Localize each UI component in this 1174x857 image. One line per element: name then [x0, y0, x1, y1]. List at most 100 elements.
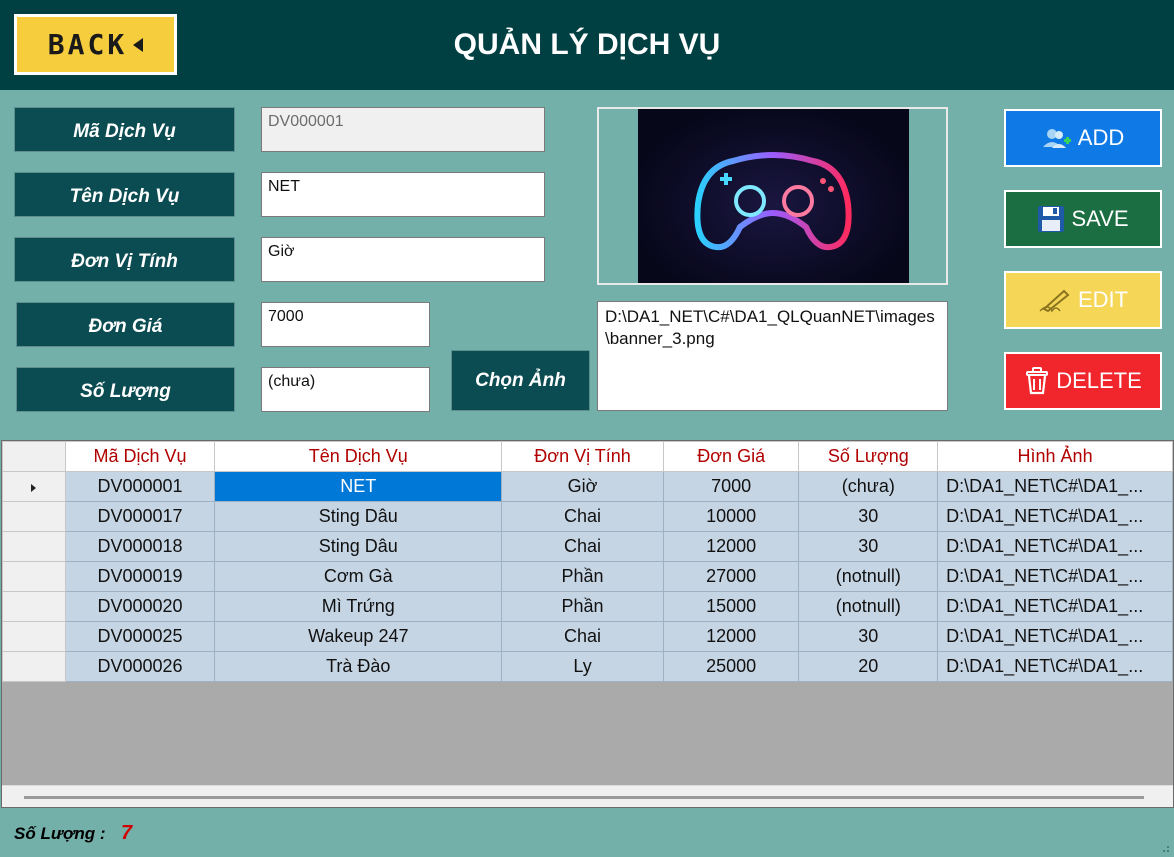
table-cell[interactable]: Ly — [501, 651, 664, 682]
delete-button-label: DELETE — [1056, 368, 1142, 393]
table-cell[interactable]: DV000019 — [64, 561, 216, 592]
save-button-label: SAVE — [1071, 206, 1129, 231]
header-bar: BACK QUẢN LÝ DỊCH VỤ — [0, 0, 1174, 90]
table-cell[interactable]: D:\DA1_NET\C#\DA1_... — [937, 621, 1173, 652]
delete-button[interactable]: DELETE — [1004, 352, 1162, 410]
back-button[interactable]: BACK — [14, 14, 177, 75]
row-header[interactable] — [2, 561, 66, 592]
table-cell[interactable]: Wakeup 247 — [214, 621, 503, 652]
table-cell[interactable]: 10000 — [662, 501, 800, 532]
current-row-arrow-icon — [31, 484, 37, 492]
table-cell[interactable]: (notnull) — [798, 591, 939, 622]
table-row[interactable]: DV000017 Sting Dâu Chai 10000 30 D:\DA1_… — [2, 501, 1173, 532]
trash-can-icon — [1026, 367, 1049, 395]
table-cell[interactable]: Chai — [501, 501, 664, 532]
table-cell[interactable]: 27000 — [662, 561, 800, 592]
table-cell[interactable]: Phần — [501, 591, 664, 622]
table-cell[interactable]: Phần — [501, 561, 664, 592]
column-header[interactable]: Tên Dịch Vụ — [214, 441, 503, 472]
row-header-corner — [2, 441, 66, 472]
back-button-label: BACK — [47, 28, 128, 61]
table-row[interactable]: DV000001 NET Giờ 7000 (chưa) D:\DA1_NET\… — [2, 471, 1173, 502]
edit-button-label: EDIT — [1077, 287, 1129, 312]
table-cell[interactable]: 15000 — [662, 591, 800, 622]
table-cell[interactable]: D:\DA1_NET\C#\DA1_... — [937, 471, 1173, 502]
table-cell[interactable]: Mì Trứng — [214, 591, 503, 622]
edit-button[interactable]: EDIT — [1004, 271, 1162, 329]
gamepad-icon — [694, 152, 852, 251]
table-cell[interactable]: 7000 — [662, 471, 800, 502]
ten-dich-vu-field[interactable]: NET — [261, 172, 545, 217]
table-cell[interactable]: 12000 — [662, 531, 800, 562]
table-cell[interactable]: D:\DA1_NET\C#\DA1_... — [937, 591, 1173, 622]
record-count-label: Số Lượng : — [14, 824, 106, 843]
choose-image-button[interactable]: Chọn Ảnh — [451, 350, 590, 411]
image-path-field[interactable]: D:\DA1_NET\C#\DA1_QLQuanNET\images\banne… — [597, 301, 948, 411]
table-cell[interactable]: 30 — [798, 501, 939, 532]
table-row[interactable]: DV000019 Cơm Gà Phần 27000 (notnull) D:\… — [2, 561, 1173, 592]
table-row[interactable]: DV000018 Sting Dâu Chai 12000 30 D:\DA1_… — [2, 531, 1173, 562]
resize-grip-icon[interactable] — [1160, 843, 1170, 853]
table-cell[interactable]: 12000 — [662, 621, 800, 652]
table-cell[interactable]: Chai — [501, 531, 664, 562]
table-row[interactable]: DV000020 Mì Trứng Phần 15000 (notnull) D… — [2, 591, 1173, 622]
table-cell[interactable]: Chai — [501, 621, 664, 652]
table-row[interactable]: DV000026 Trà Đào Ly 25000 20 D:\DA1_NET\… — [2, 651, 1173, 682]
record-count-value: 7 — [121, 822, 133, 844]
don-vi-tinh-field[interactable]: Giờ — [261, 237, 545, 282]
table-cell[interactable]: DV000020 — [64, 591, 216, 622]
table-cell[interactable]: D:\DA1_NET\C#\DA1_... — [937, 561, 1173, 592]
table-row[interactable]: DV000025 Wakeup 247 Chai 12000 30 D:\DA1… — [2, 621, 1173, 652]
services-grid[interactable]: Mã Dịch Vụ Tên Dịch Vụ Đơn Vị Tính Đơn G… — [1, 440, 1174, 808]
table-cell-selected[interactable]: NET — [214, 471, 503, 502]
row-header[interactable] — [2, 501, 66, 532]
column-header[interactable]: Số Lượng — [798, 441, 939, 472]
pen-signature-icon — [1039, 289, 1070, 313]
back-arrow-icon — [133, 37, 144, 52]
table-cell[interactable]: Sting Dâu — [214, 531, 503, 562]
column-header[interactable]: Hình Ảnh — [937, 441, 1173, 472]
table-cell[interactable]: Cơm Gà — [214, 561, 503, 592]
row-header[interactable] — [2, 531, 66, 562]
so-luong-field[interactable]: (chưa) — [261, 367, 430, 412]
don-vi-tinh-label: Đơn Vị Tính — [14, 237, 235, 282]
scrollbar-thumb[interactable] — [24, 796, 1144, 799]
ma-dich-vu-field[interactable]: DV000001 — [261, 107, 545, 152]
table-cell[interactable]: DV000017 — [64, 501, 216, 532]
row-header[interactable] — [2, 591, 66, 622]
table-cell[interactable]: D:\DA1_NET\C#\DA1_... — [937, 501, 1173, 532]
so-luong-label: Số Lượng — [16, 367, 235, 412]
table-cell[interactable]: Sting Dâu — [214, 501, 503, 532]
gamepad-image — [638, 109, 909, 283]
add-button-label: ADD — [1077, 125, 1125, 150]
horizontal-scrollbar[interactable] — [2, 785, 1173, 807]
table-cell[interactable]: 30 — [798, 531, 939, 562]
add-button[interactable]: ADD — [1004, 109, 1162, 167]
column-header[interactable]: Mã Dịch Vụ — [64, 441, 216, 472]
table-cell[interactable]: (notnull) — [798, 561, 939, 592]
don-gia-label: Đơn Giá — [16, 302, 235, 347]
table-cell[interactable]: (chưa) — [798, 471, 939, 502]
don-gia-field[interactable]: 7000 — [261, 302, 430, 347]
add-users-icon — [1042, 129, 1071, 148]
row-header[interactable] — [2, 471, 66, 502]
row-header[interactable] — [2, 621, 66, 652]
table-cell[interactable]: DV000025 — [64, 621, 216, 652]
table-cell[interactable]: DV000001 — [64, 471, 216, 502]
floppy-disk-icon — [1038, 206, 1065, 232]
table-cell[interactable]: DV000018 — [64, 531, 216, 562]
column-header[interactable]: Đơn Vị Tính — [501, 441, 664, 472]
image-preview — [597, 107, 948, 285]
column-header[interactable]: Đơn Giá — [662, 441, 800, 472]
table-cell[interactable]: D:\DA1_NET\C#\DA1_... — [937, 531, 1173, 562]
table-cell[interactable]: 20 — [798, 651, 939, 682]
table-cell[interactable]: 25000 — [662, 651, 800, 682]
table-cell[interactable]: 30 — [798, 621, 939, 652]
ma-dich-vu-label: Mã Dịch Vụ — [14, 107, 235, 152]
row-header[interactable] — [2, 651, 66, 682]
table-cell[interactable]: Giờ — [501, 471, 664, 502]
table-cell[interactable]: D:\DA1_NET\C#\DA1_... — [937, 651, 1173, 682]
table-cell[interactable]: Trà Đào — [214, 651, 503, 682]
table-cell[interactable]: DV000026 — [64, 651, 216, 682]
save-button[interactable]: SAVE — [1004, 190, 1162, 248]
